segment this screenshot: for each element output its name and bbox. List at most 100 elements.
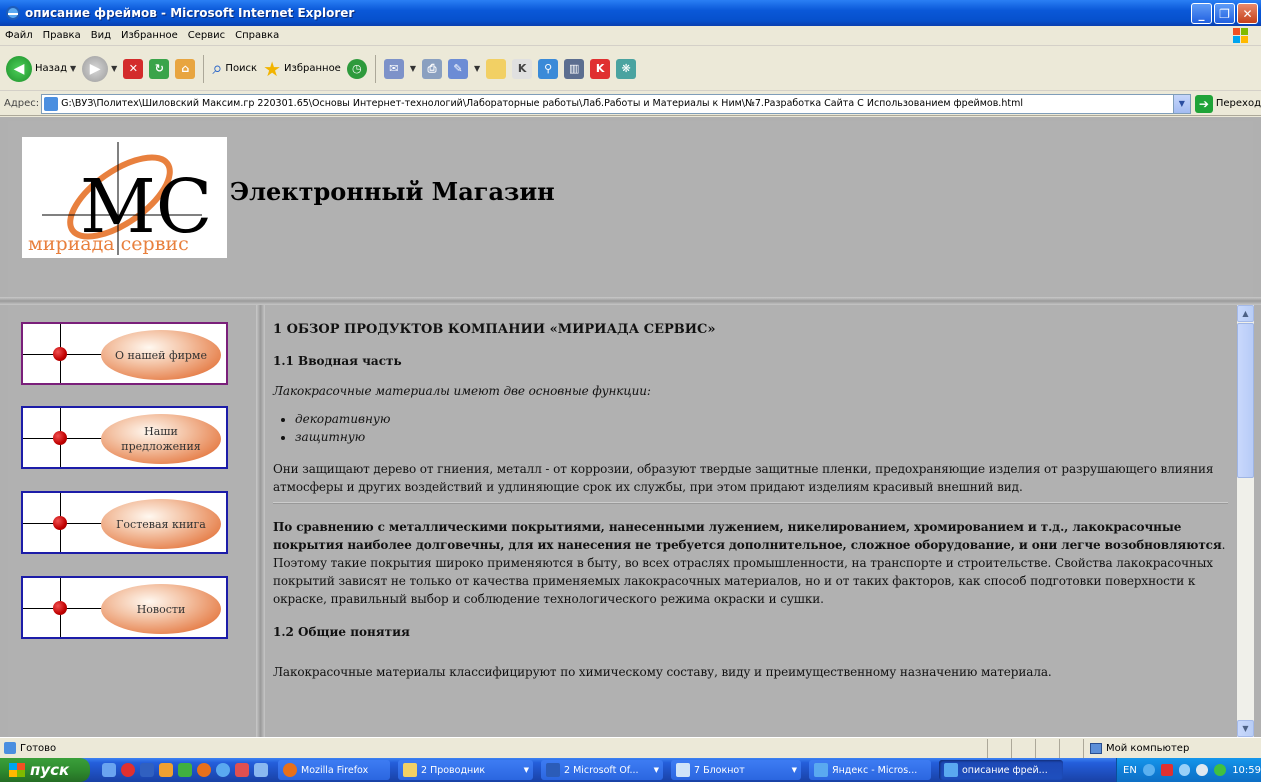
menu-favorites[interactable]: Избранное: [116, 30, 183, 41]
print-icon[interactable]: ⎙: [422, 58, 442, 79]
desktop-icon[interactable]: [102, 763, 116, 777]
menu-view[interactable]: Вид: [86, 30, 116, 41]
vertical-scrollbar[interactable]: ▲ ▼: [1237, 305, 1254, 737]
nav-button-about[interactable]: О нашей фирме: [21, 322, 228, 385]
chevron-down-icon[interactable]: ▼: [474, 64, 480, 73]
logo-text: мириада сервис: [28, 233, 189, 255]
taskbar-button-active[interactable]: описание фрей...: [939, 760, 1063, 780]
history-icon[interactable]: ◷: [346, 58, 367, 79]
menu-file[interactable]: Файл: [0, 30, 38, 41]
research-icon[interactable]: ⚲: [538, 58, 559, 79]
red-dot-icon: [53, 430, 67, 445]
window-title: описание фреймов - Microsoft Internet Ex…: [25, 6, 355, 20]
taskbar-button-notepad[interactable]: 7 Блокнот ▼: [671, 760, 801, 780]
ie-window: описание фреймов - Microsoft Internet Ex…: [0, 0, 1261, 782]
taskbar-button-explorer[interactable]: 2 Проводник ▼: [398, 760, 533, 780]
status-cell: [1011, 739, 1035, 758]
address-bar: Адрес: G:\ВУЗ\Политех\Шиловский Максим.г…: [0, 92, 1261, 116]
back-button[interactable]: ◀ Назад ▼: [6, 55, 76, 82]
back-label: Назад: [35, 63, 68, 74]
taskbar-button-firefox[interactable]: Mozilla Firefox: [278, 760, 390, 780]
taskbar-button-word[interactable]: 2 Microsoft Of... ▼: [541, 760, 663, 780]
ie-icon: [944, 763, 958, 777]
stop-icon[interactable]: ✕: [123, 58, 144, 79]
books-icon[interactable]: ▥: [564, 58, 585, 79]
scroll-up-icon[interactable]: ▲: [1237, 305, 1254, 322]
clock: 10:59: [1232, 764, 1261, 776]
section-heading: 1.1 Вводная часть: [273, 354, 402, 368]
chevron-down-icon[interactable]: ▼: [1172, 94, 1190, 113]
ie-icon[interactable]: [216, 763, 230, 777]
status-cell: [987, 739, 1011, 758]
app-icon[interactable]: [178, 763, 192, 777]
separator-line: [273, 502, 1228, 504]
nav-frame: О нашей фирме Наши предложения Гостевая …: [8, 305, 256, 737]
scroll-down-icon[interactable]: ▼: [1237, 720, 1254, 737]
nav-button-offers[interactable]: Наши предложения: [21, 406, 228, 469]
refresh-icon[interactable]: ↻: [149, 58, 170, 79]
nav-button-news[interactable]: Новости: [21, 576, 228, 639]
maximize-button[interactable]: ❐: [1214, 3, 1235, 24]
menu-edit[interactable]: Правка: [38, 30, 86, 41]
chevron-down-icon[interactable]: ▼: [410, 64, 416, 73]
close-button[interactable]: ✕: [1237, 3, 1258, 24]
opera-icon[interactable]: [121, 763, 135, 777]
app-icon[interactable]: [159, 763, 173, 777]
windows-logo-icon: [1233, 28, 1248, 43]
volume-icon[interactable]: [1196, 764, 1209, 776]
star-icon: ★: [263, 56, 282, 81]
status-cell: [1059, 739, 1083, 758]
task-label: 2 Проводник: [421, 764, 486, 776]
firefox-icon[interactable]: [197, 763, 211, 777]
mail-icon[interactable]: ✉: [383, 58, 404, 79]
chevron-down-icon: ▼: [791, 766, 797, 774]
kaspersky-icon[interactable]: [1160, 764, 1173, 776]
ie-icon: [814, 763, 828, 777]
go-button[interactable]: ➔ Переход: [1194, 94, 1261, 113]
favorites-button[interactable]: ★ Избранное: [263, 57, 341, 81]
bold-text: По сравнению с металлическими покрытиями…: [273, 520, 1222, 552]
security-icon[interactable]: [1214, 764, 1227, 776]
company-logo: МС мириада сервис: [22, 137, 227, 258]
paragraph-protection: Они защищают дерево от гниения, металл -…: [273, 462, 1214, 494]
task-label: описание фрей...: [962, 764, 1048, 776]
app-icon[interactable]: [140, 763, 154, 777]
home-icon[interactable]: ⌂: [175, 58, 196, 79]
start-button[interactable]: пуск: [0, 758, 90, 782]
go-label: Переход: [1215, 98, 1261, 109]
tray-arrow-icon[interactable]: [1142, 764, 1155, 776]
quick-launch: [102, 763, 268, 777]
address-input[interactable]: G:\ВУЗ\Политех\Шиловский Максим.гр 22030…: [41, 93, 1191, 114]
status-text: Готово: [20, 742, 57, 754]
menu-help[interactable]: Справка: [230, 30, 284, 41]
title-bar[interactable]: описание фреймов - Microsoft Internet Ex…: [0, 0, 1261, 26]
messenger-icon[interactable]: K: [512, 58, 533, 79]
red-dot-icon: [53, 515, 67, 530]
minimize-button[interactable]: _: [1191, 3, 1212, 24]
kaspersky-icon[interactable]: K: [590, 58, 611, 79]
firefox-icon: [283, 763, 297, 777]
task-label: 7 Блокнот: [694, 764, 745, 776]
forward-button[interactable]: ▶ ▼: [82, 55, 117, 82]
folder-icon[interactable]: [486, 58, 507, 79]
chevron-down-icon[interactable]: ▼: [70, 64, 76, 73]
nav-button-guestbook[interactable]: Гостевая книга: [21, 491, 228, 554]
network-icon[interactable]: [1178, 764, 1191, 776]
menu-tools[interactable]: Сервис: [183, 30, 230, 41]
app-icon[interactable]: [254, 763, 268, 777]
butterfly-icon[interactable]: ❋: [616, 58, 637, 79]
edit-icon[interactable]: ✎: [448, 58, 468, 79]
search-button[interactable]: ⌕ Поиск: [212, 58, 257, 79]
language-indicator[interactable]: EN: [1123, 765, 1137, 776]
chevron-down-icon[interactable]: ▼: [111, 64, 117, 73]
frame-divider-vertical[interactable]: [256, 305, 265, 737]
nav-label: Гостевая книга: [101, 499, 221, 549]
system-tray: EN 10:59: [1116, 758, 1261, 782]
taskbar-button-yandex[interactable]: Яндекс - Micros...: [809, 760, 931, 780]
frame-divider-horizontal[interactable]: [0, 297, 1261, 305]
scroll-thumb[interactable]: [1237, 323, 1254, 478]
site-title: Электронный Магазин: [230, 177, 555, 206]
chevron-down-icon: ▼: [653, 766, 659, 774]
zone-label: Мой компьютер: [1106, 743, 1190, 754]
app-icon[interactable]: [235, 763, 249, 777]
